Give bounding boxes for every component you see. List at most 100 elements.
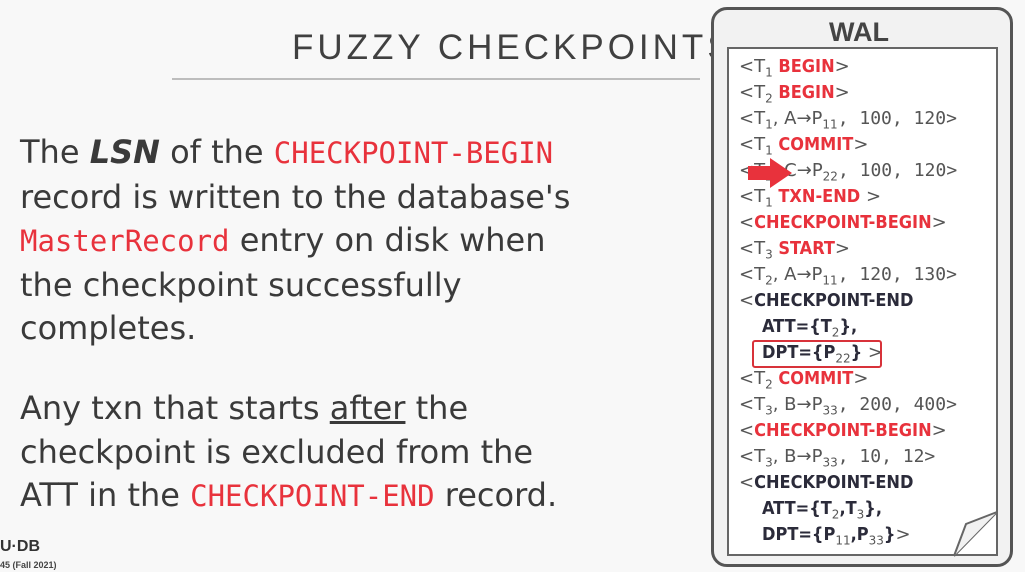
- subscript: 11: [835, 533, 851, 548]
- wal-keyword: ,P: [850, 524, 869, 545]
- wal-record: <CHECKPOINT-BEGIN>: [739, 210, 947, 236]
- bullet2-text: Any txn that starts: [20, 389, 330, 427]
- wal-prefix: <T: [739, 56, 766, 77]
- wal-prefix: <T: [739, 82, 766, 103]
- bullet2-text: record.: [434, 476, 558, 514]
- wal-suffix: >: [834, 82, 850, 103]
- checkpoint-begin-code: CHECKPOINT-BEGIN: [273, 136, 554, 170]
- wal-record: <T2 COMMIT>: [739, 366, 868, 392]
- wal-keyword: }: [883, 524, 896, 545]
- subscript: 2: [765, 377, 773, 392]
- wal-values: , 10, 12>: [837, 446, 936, 467]
- wal-record: DPT={P11,P33}>: [762, 522, 911, 548]
- wal-keyword: ATT={T: [762, 316, 832, 337]
- dpt-highlight-box: [752, 340, 882, 368]
- wal-record: <T1, A→P11, 100, 120>: [739, 106, 957, 132]
- after-term: after: [329, 389, 406, 427]
- wal-update: , A→P: [772, 108, 823, 129]
- wal-keyword: COMMIT: [772, 368, 854, 389]
- bullet-att: Any txn that starts after the checkpoint…: [20, 387, 580, 519]
- wal-suffix: >: [834, 56, 850, 77]
- wal-prefix: <: [739, 212, 755, 233]
- subscript: 33: [822, 455, 838, 470]
- wal-suffix: >: [860, 186, 882, 207]
- wal-keyword: },: [839, 316, 858, 337]
- wal-suffix: >: [931, 212, 947, 233]
- wal-keyword: CHECKPOINT-END: [754, 472, 914, 493]
- wal-keyword: TXN-END: [772, 186, 861, 207]
- wal-keyword: CHECKPOINT-BEGIN: [754, 420, 932, 441]
- wal-keyword: BEGIN: [772, 56, 835, 77]
- bullet1-text: record is written to the database's: [20, 177, 571, 216]
- subscript: 3: [765, 403, 773, 418]
- subscript: 11: [822, 117, 838, 132]
- footer-course: 45 (Fall 2021): [0, 560, 57, 570]
- wal-prefix: <: [739, 290, 755, 311]
- wal-record: <T2 BEGIN>: [739, 80, 850, 106]
- subscript: 3: [765, 247, 773, 262]
- wal-keyword: ATT={T: [762, 498, 832, 519]
- wal-update: , B→P: [772, 446, 823, 467]
- wal-prefix: <: [739, 420, 755, 441]
- wal-record: ATT={T2,T3},: [762, 496, 882, 522]
- bullet1-text: of the: [159, 133, 274, 171]
- wal-record: <CHECKPOINT-END: [739, 288, 913, 314]
- wal-keyword: ,T: [839, 498, 857, 519]
- wal-keyword: START: [772, 238, 835, 259]
- subscript: 11: [822, 273, 838, 288]
- subscript: 1: [765, 143, 773, 158]
- wal-suffix: >: [895, 524, 911, 545]
- wal-prefix: <T: [739, 368, 766, 389]
- masterrecord-code: MasterRecord: [20, 224, 230, 258]
- wal-keyword: CHECKPOINT-BEGIN: [754, 212, 932, 233]
- wal-record: <T1 COMMIT>: [739, 132, 868, 158]
- wal-prefix: <T: [739, 186, 766, 207]
- wal-keyword: CHECKPOINT-END: [754, 290, 914, 311]
- wal-keyword: BEGIN: [772, 82, 835, 103]
- wal-record: <CHECKPOINT-BEGIN>: [739, 418, 947, 444]
- subscript: 33: [868, 533, 884, 548]
- title-divider: [172, 78, 700, 80]
- wal-title: WAL: [829, 17, 889, 47]
- subscript: 3: [765, 455, 773, 470]
- wal-suffix: >: [931, 420, 947, 441]
- subscript: 1: [765, 117, 773, 132]
- wal-record: ATT={T2},: [762, 314, 857, 340]
- subscript: 1: [765, 195, 773, 210]
- subscript: 22: [822, 169, 838, 184]
- subscript: 2: [765, 91, 773, 106]
- footer-logo: U·DB: [0, 538, 40, 555]
- wal-values: , 120, 130>: [837, 264, 957, 285]
- wal-suffix: >: [853, 134, 869, 155]
- wal-prefix: <T: [739, 238, 766, 259]
- arrow-right-icon: [748, 158, 792, 188]
- wal-values: , 100, 120>: [837, 160, 958, 181]
- wal-prefix: <T: [739, 446, 766, 467]
- wal-prefix: <T: [739, 394, 766, 415]
- wal-keyword: DPT={P: [762, 524, 836, 545]
- slide-title: FUZZY CHECKPOINTS: [292, 28, 735, 67]
- subscript: 33: [822, 403, 838, 418]
- bullet-lsn: The LSN of the CHECKPOINT-BEGIN record i…: [20, 131, 580, 351]
- wal-prefix: <T: [739, 264, 766, 285]
- wal-prefix: <T: [739, 108, 766, 129]
- wal-record: <T2, A→P11, 120, 130>: [739, 262, 957, 288]
- page-fold-icon: [953, 511, 998, 557]
- wal-record: <T3, B→P33, 10, 12>: [739, 444, 935, 470]
- wal-keyword: },: [864, 498, 882, 519]
- bullet1-text: The: [20, 133, 90, 171]
- subscript: 2: [765, 273, 773, 288]
- wal-record: <T1 BEGIN>: [739, 54, 850, 80]
- wal-suffix: >: [834, 238, 851, 259]
- wal-keyword: COMMIT: [772, 134, 854, 155]
- wal-values: , 100, 120>: [837, 108, 957, 129]
- wal-record: <T3 START>: [739, 236, 850, 262]
- wal-suffix: >: [853, 368, 869, 389]
- wal-record: <T3, B→P33, 200, 400>: [739, 392, 957, 418]
- wal-prefix: <: [739, 472, 755, 493]
- wal-update: , A→P: [772, 264, 823, 285]
- wal-values: , 200, 400>: [837, 394, 957, 415]
- wal-prefix: <T: [739, 134, 766, 155]
- wal-record: <CHECKPOINT-END: [739, 470, 913, 496]
- checkpoint-end-code: CHECKPOINT-END: [190, 479, 435, 513]
